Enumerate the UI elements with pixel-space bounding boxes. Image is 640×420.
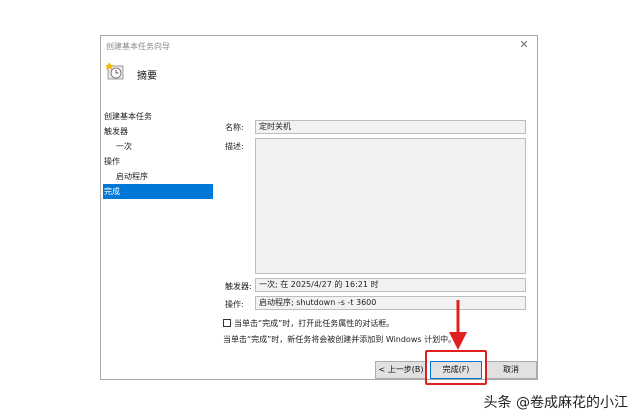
open-properties-checkbox[interactable] [223,319,231,327]
nav-item-trigger[interactable]: 触发器 [103,124,213,139]
trigger-field: 一次; 在 2025/4/27 的 16:21 时 [255,278,526,292]
nav-item-create-basic-task[interactable]: 创建基本任务 [103,109,213,124]
finish-note: 当单击“完成”时，新任务将会被创建并添加到 Windows 计划中。 [223,335,457,344]
back-button[interactable]: < 上一步(B) [375,361,427,379]
wizard-steps-nav: 创建基本任务 触发器 一次 操作 启动程序 完成 [103,109,213,199]
close-icon[interactable]: ✕ [517,38,531,52]
action-field: 启动程序; shutdown -s -t 3600 [255,296,526,310]
description-field [255,138,526,274]
task-wizard-dialog: 创建基本任务向导 ✕ 摘要 创建基本任务 触发器 一次 操作 启动程序 完成 名… [100,35,538,380]
title-bar: 创建基本任务向导 ✕ [101,36,537,58]
page-header-title: 摘要 [137,71,157,82]
trigger-label: 触发器: [225,282,252,291]
action-label: 操作: [225,300,244,309]
red-arrow-annotation [449,300,467,350]
nav-item-once[interactable]: 一次 [103,139,213,154]
name-label: 名称: [225,123,244,132]
task-clock-icon [106,62,124,80]
nav-item-finish[interactable]: 完成 [103,184,213,199]
finish-highlight-box [425,350,487,385]
nav-item-start-program[interactable]: 启动程序 [103,169,213,184]
window-title: 创建基本任务向导 [106,42,170,51]
nav-item-action[interactable]: 操作 [103,154,213,169]
watermark-text: 头条 @卷成麻花的小江 [483,395,628,411]
description-label: 描述: [225,142,244,151]
open-properties-label[interactable]: 当单击“完成”时，打开此任务属性的对话框。 [234,318,394,329]
name-field: 定时关机 [255,120,526,134]
cancel-button[interactable]: 取消 [485,361,537,379]
